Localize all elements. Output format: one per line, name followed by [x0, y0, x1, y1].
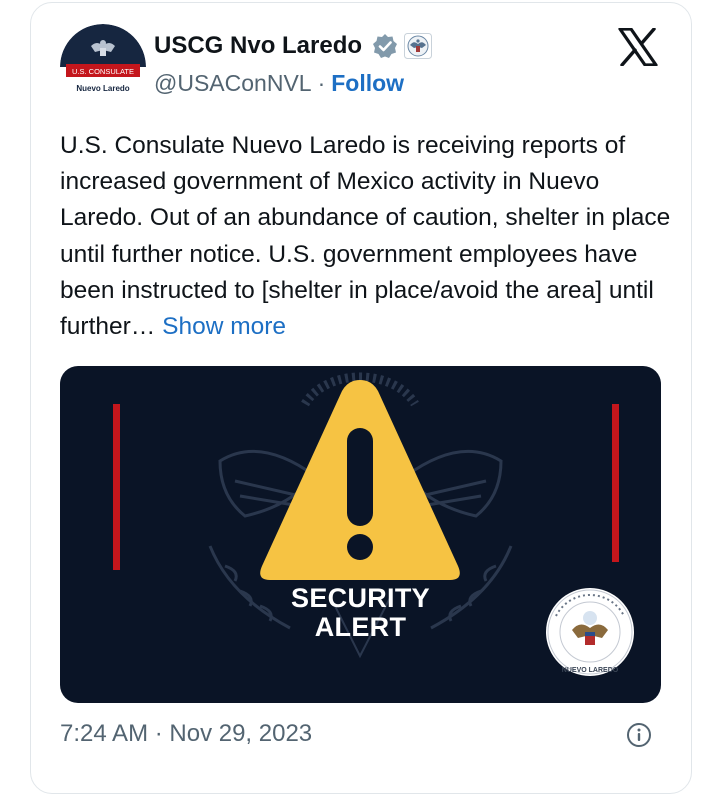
avatar-banner-text: U.S. CONSULATE — [72, 67, 134, 76]
us-government-seal-icon — [404, 33, 432, 59]
verified-badge-icon — [373, 34, 397, 58]
avatar[interactable]: U.S. CONSULATE Nuevo Laredo — [60, 24, 146, 110]
left-red-bar — [113, 404, 120, 570]
author-display-name[interactable]: USCG Nvo Laredo — [154, 32, 362, 60]
avatar-subtitle: Nuevo Laredo — [76, 84, 129, 93]
author-handle-row: @USAConNVL · Follow — [154, 70, 404, 97]
x-logo-icon[interactable] — [618, 28, 658, 66]
tweet-text: U.S. Consulate Nuevo Laredo is receiving… — [60, 132, 671, 341]
security-alert-graphic: NUEVO LAREDO — [113, 372, 634, 676]
security-alert-text: SECURITY ALERT — [60, 584, 661, 642]
tweet-text-block: U.S. Consulate Nuevo Laredo is receiving… — [60, 128, 675, 345]
tweet-timestamp[interactable]: 7:24 AM · Nov 29, 2023 — [60, 720, 312, 748]
author-badges — [372, 33, 432, 59]
seal-text: NUEVO LAREDO — [562, 667, 619, 674]
alert-line-2: ALERT — [314, 612, 407, 642]
separator-dot: · — [317, 70, 326, 96]
security-alert-image[interactable]: NUEVO LAREDO SECURITY ALERT — [60, 366, 661, 703]
warning-triangle-icon — [260, 380, 460, 580]
alert-line-1: SECURITY — [291, 583, 430, 613]
consulate-logo-icon: U.S. CONSULATE Nuevo Laredo — [60, 24, 146, 110]
info-icon[interactable] — [626, 722, 652, 748]
follow-button[interactable]: Follow — [331, 70, 404, 96]
right-red-bar — [612, 404, 619, 562]
show-more-link[interactable]: Show more — [162, 313, 286, 340]
author-handle[interactable]: @USAConNVL — [154, 70, 312, 96]
